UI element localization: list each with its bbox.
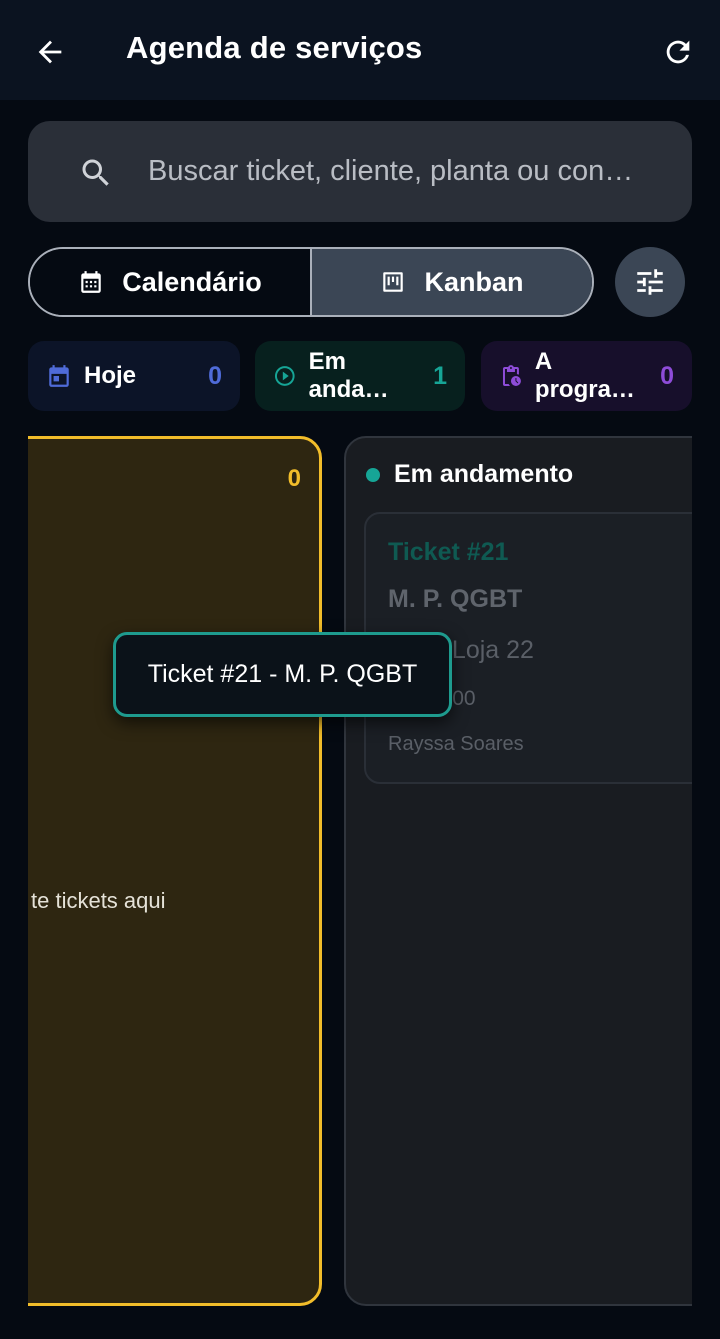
- calendar-view-label: Calendário: [122, 266, 262, 297]
- chip-today[interactable]: Hoje 0: [28, 341, 240, 411]
- kanban-icon: [383, 272, 404, 292]
- ticket-number: Ticket #21: [388, 538, 509, 566]
- chip-today-label: Hoje: [84, 362, 137, 389]
- ticket-title: M. P. QGBT: [388, 585, 523, 613]
- refresh-button[interactable]: [654, 28, 702, 76]
- column-title: Em andamento: [394, 460, 574, 488]
- column-header: Em andamento: [366, 460, 573, 489]
- arrow-left-icon: [38, 40, 62, 64]
- calendar-icon: [81, 271, 101, 293]
- view-toggle: Calendário Kanban: [28, 247, 594, 317]
- column-empty-text: te tickets aqui: [31, 888, 166, 913]
- calendar-view-button[interactable]: Calendário: [30, 249, 312, 315]
- play-circle-icon: [274, 366, 295, 386]
- column-count: 0: [287, 465, 301, 492]
- kanban-view-label: Kanban: [424, 266, 524, 297]
- chip-in-progress-count: 1: [433, 361, 447, 390]
- refresh-icon: [666, 40, 690, 64]
- ticket-assignee: Rayssa Soares: [388, 733, 524, 755]
- drag-ticket-preview[interactable]: Ticket #21 - M. P. QGBT: [113, 632, 452, 717]
- calendar-today-icon: [49, 365, 69, 387]
- kanban-view-button[interactable]: Kanban: [312, 249, 592, 315]
- kanban-column-in-progress[interactable]: Em andamento Ticket #21 M. P. QGBT te 1 …: [344, 436, 692, 1306]
- chip-to-schedule[interactable]: A progra… 0: [481, 341, 692, 411]
- back-button[interactable]: [26, 28, 74, 76]
- chip-to-schedule-count: 0: [660, 361, 674, 390]
- page-title: Agenda de serviços: [126, 30, 423, 65]
- chip-in-progress[interactable]: Em anda… 1: [255, 341, 465, 411]
- search-icon: [82, 159, 109, 186]
- search-bar[interactable]: [28, 121, 692, 222]
- kanban-column-yellow[interactable]: 0 te tickets aqui: [28, 436, 322, 1306]
- app-bar: Agenda de serviços: [0, 0, 720, 100]
- chip-today-count: 0: [208, 361, 222, 390]
- tune-icon: [637, 269, 663, 295]
- clipboard-clock-icon: [502, 365, 521, 386]
- filter-button[interactable]: [615, 247, 685, 317]
- kanban-board[interactable]: 0 te tickets aqui Em andamento Ticket #2…: [28, 436, 692, 1308]
- search-input[interactable]: [148, 151, 688, 191]
- chip-in-progress-label: Em anda…: [308, 348, 389, 403]
- status-dot: [366, 467, 380, 482]
- chip-to-schedule-label: A progra…: [534, 348, 635, 403]
- drag-ticket-label: Ticket #21 - M. P. QGBT: [147, 660, 418, 688]
